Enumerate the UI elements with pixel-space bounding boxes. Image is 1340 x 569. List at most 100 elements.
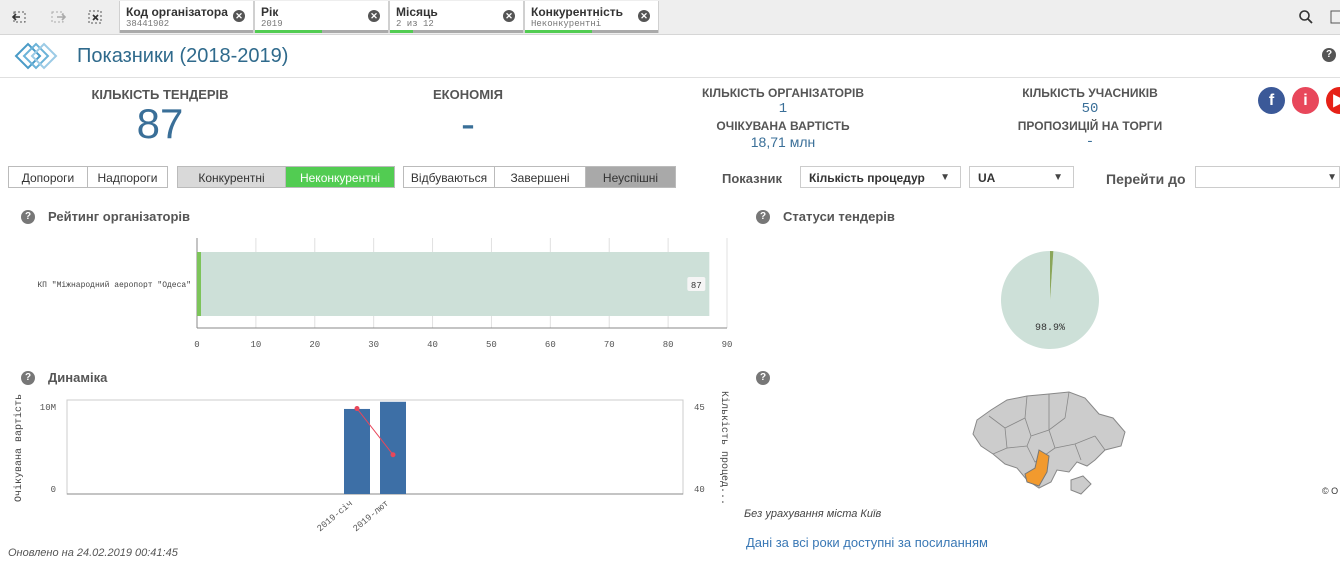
filter-below-threshold-button[interactable]: Допороги [8, 166, 88, 188]
dynamics-title: Динаміка [48, 370, 108, 385]
category-label: КП "Міжнародний аеропорт "Одеса" [37, 281, 191, 290]
currency-dropdown[interactable]: UA ▼ [969, 166, 1074, 188]
filter-noncompetitive-button[interactable]: Неконкурентні [285, 166, 395, 188]
chip-value: 2 из 12 [396, 19, 434, 29]
kpi-organizers-label: КІЛЬКІСТЬ ОРГАНІЗАТОРІВ [701, 86, 865, 100]
rating-chart: 0 10 20 30 40 50 60 70 80 90 87 КП "Міжнародний аер… [37, 238, 733, 350]
expand-selections-icon[interactable] [1322, 4, 1340, 30]
kpi-economy-value: - [461, 100, 475, 147]
x-tick-label: 20 [309, 340, 320, 350]
all-years-link[interactable]: Дані за всі роки доступні за посиланням [746, 535, 988, 550]
rating-help-icon[interactable]: ? [21, 210, 35, 224]
plot-frame [66, 399, 684, 495]
chip-close-icon[interactable]: ✕ [368, 10, 380, 22]
rating-title: Рейтинг організаторів [48, 209, 190, 224]
x-tick-label: 60 [545, 340, 556, 350]
x-tick-label: 2019-січ [315, 499, 355, 534]
chip-value: Неконкурентні [531, 19, 602, 29]
chip-progress [525, 30, 658, 33]
indicator-dropdown[interactable]: Кількість процедур ▼ [800, 166, 961, 188]
redo-selection-icon[interactable] [44, 4, 72, 30]
kpi-organizers-value: 1 [778, 101, 788, 117]
filter-ongoing-button[interactable]: Відбуваються [403, 166, 495, 188]
chip-title: Код організатора [126, 5, 228, 19]
selection-chip-organizer[interactable]: Код організатора 38441902 ✕ [119, 1, 254, 33]
chip-value: 2019 [261, 19, 283, 29]
filter-above-threshold-button[interactable]: Надпороги [87, 166, 168, 188]
selection-chip-month[interactable]: Місяць 2 из 12 ✕ [389, 1, 524, 33]
y-right-tick-label: 45 [694, 403, 705, 413]
x-tick-label: 0 [194, 340, 199, 350]
x-tick-label: 10 [250, 340, 261, 350]
chip-progress [390, 30, 523, 33]
rating-bar-accent [197, 252, 201, 316]
chip-value: 38441902 [126, 19, 170, 29]
x-tick-label: 30 [368, 340, 379, 350]
statuses-help-icon[interactable]: ? [756, 210, 770, 224]
chevron-down-icon: ▼ [1053, 172, 1063, 183]
chip-close-icon[interactable]: ✕ [503, 10, 515, 22]
dynamics-chart: 10M 0 45 40 Очікувана вартість Кількість проц… [13, 391, 730, 534]
kpi-participants-value: 50 [1081, 101, 1099, 117]
chip-progress [255, 30, 388, 33]
x-tick-label: 70 [604, 340, 615, 350]
x-tick-label: 80 [663, 340, 674, 350]
dynamics-bar [344, 408, 370, 494]
kpi-expected-label: ОЧІКУВАНА ВАРТІСТЬ [716, 119, 850, 133]
goto-label: Перейти до [1106, 171, 1186, 187]
sheet-header: Показники (2018-2019) ? [0, 35, 1340, 78]
selection-chip-competitiveness[interactable]: Конкурентність Неконкурентні ✕ [524, 1, 659, 33]
goto-dropdown[interactable]: ▼ [1195, 166, 1340, 188]
kpi-participants-label: КІЛЬКІСТЬ УЧАСНИКІВ [1022, 86, 1158, 100]
filter-unsuccessful-button[interactable]: Неуспішні [585, 166, 676, 188]
logo-icon [14, 41, 58, 76]
dynamics-bar [380, 401, 406, 494]
kpi-expected-value: 18,71 млн [750, 134, 816, 150]
selection-chip-year[interactable]: Рік 2019 ✕ [254, 1, 389, 33]
y-left-tick-label: 0 [51, 485, 56, 495]
map-note: Без урахування міста Київ [744, 508, 882, 520]
updated-timestamp: Оновлено на 24.02.2019 00:41:45 [8, 547, 178, 559]
data-label: 87 [691, 281, 702, 291]
dynamics-point [390, 452, 396, 458]
dynamics-help-icon[interactable]: ? [21, 371, 35, 385]
map-help-icon[interactable]: ? [756, 371, 770, 385]
chip-title: Рік [261, 5, 279, 19]
kpi-proposals-label: ПРОПОЗИЦІЙ НА ТОРГИ [1017, 119, 1163, 133]
x-tick-label: 2019-лют [351, 499, 391, 534]
kpi-tenders-value: 87 [136, 100, 184, 147]
clear-selections-icon[interactable] [82, 4, 110, 30]
page-title: Показники (2018-2019) [77, 45, 289, 67]
chip-close-icon[interactable]: ✕ [638, 10, 650, 22]
dynamics-point [354, 406, 360, 412]
filter-competitive-button[interactable]: Конкурентні [177, 166, 286, 188]
statuses-pie-chart: 98.9% [1001, 251, 1099, 349]
y-right-tick-label: 40 [694, 485, 705, 495]
youtube-icon[interactable]: ▶ [1326, 87, 1340, 114]
rating-bar [197, 252, 710, 316]
statuses-title: Статуси тендерів [783, 209, 895, 224]
y-left-tick-label: 10M [40, 403, 56, 413]
indicator-dropdown-value: Кількість процедур [809, 171, 925, 185]
undo-selection-icon[interactable] [6, 4, 34, 30]
y-left-axis-title: Очікувана вартість [13, 394, 25, 502]
search-icon[interactable] [1292, 4, 1320, 30]
x-tick-label: 40 [427, 340, 438, 350]
chip-title: Місяць [396, 5, 438, 19]
chip-title: Конкурентність [531, 5, 624, 19]
indicator-label: Показник [722, 171, 782, 186]
info-icon[interactable]: i [1292, 87, 1319, 114]
filter-completed-button[interactable]: Завершені [494, 166, 586, 188]
ukraine-map [972, 391, 1126, 495]
currency-dropdown-value: UA [978, 171, 996, 185]
kpi-proposals-value: - [1085, 134, 1095, 150]
x-tick-label: 50 [486, 340, 497, 350]
chip-progress [120, 30, 253, 33]
help-icon[interactable]: ? [1322, 48, 1336, 62]
chevron-down-icon: ▼ [940, 172, 950, 183]
x-tick-label: 90 [722, 340, 733, 350]
chip-close-icon[interactable]: ✕ [233, 10, 245, 22]
toolbar: Код організатора 38441902 ✕ Рік 2019 ✕ М… [0, 0, 1340, 35]
facebook-icon[interactable]: f [1258, 87, 1285, 114]
y-right-axis-title: Кількість процед... [718, 391, 730, 505]
